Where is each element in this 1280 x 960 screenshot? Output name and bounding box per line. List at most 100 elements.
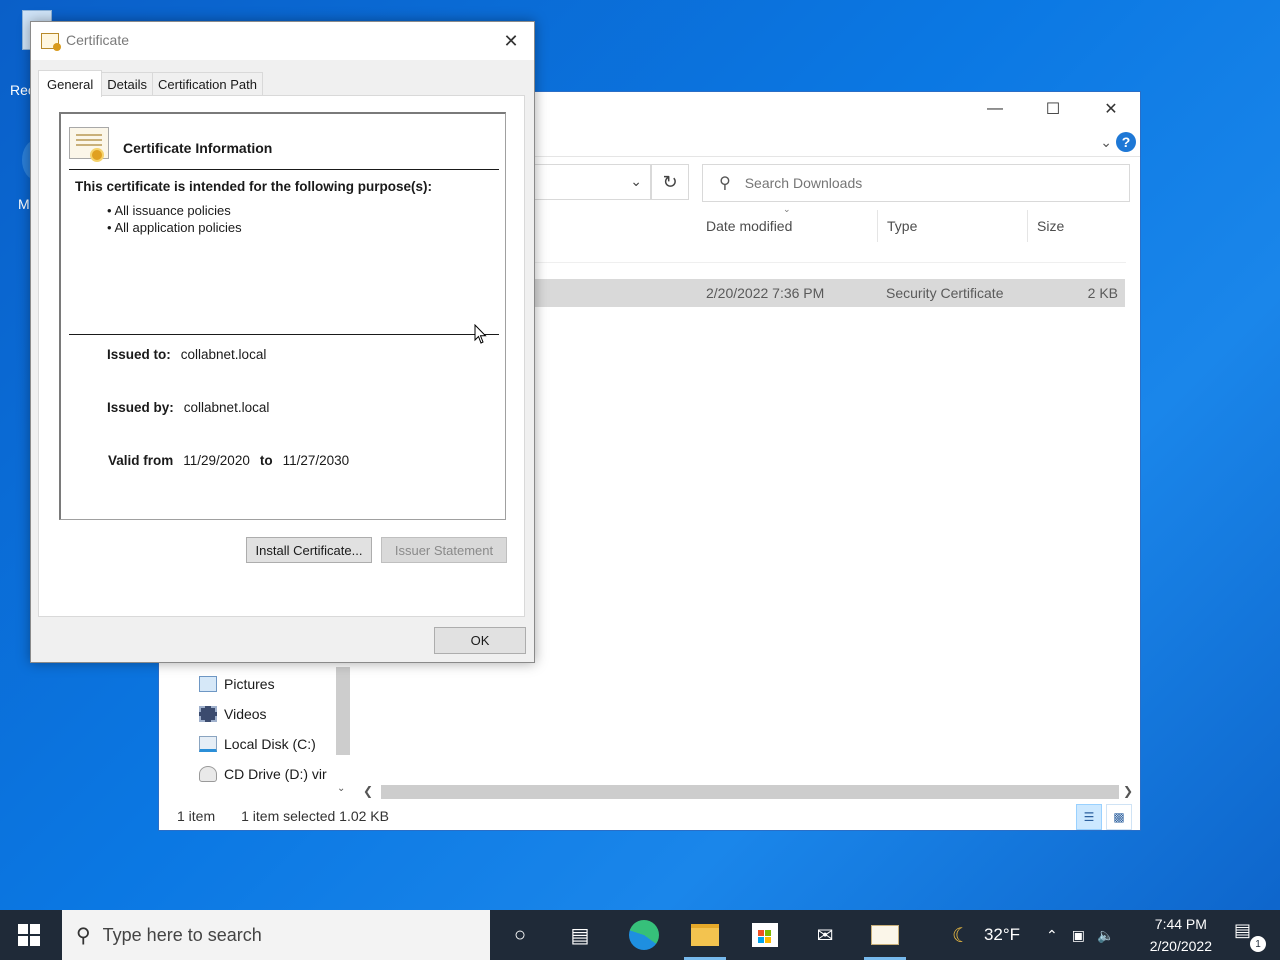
nav-item-label: Local Disk (C:) xyxy=(224,736,316,752)
issuer-statement-button[interactable]: Issuer Statement xyxy=(381,537,507,563)
status-item-count: 1 item xyxy=(177,808,216,824)
weather-widget[interactable]: ☾ 32°F xyxy=(952,910,1020,960)
nav-pane-scrollbar[interactable]: ⌄ xyxy=(334,667,352,797)
validity-row: Valid from 11/29/2020 to 11/27/2030 xyxy=(108,453,349,468)
issued-by-row: Issued by: collabnet.local xyxy=(107,400,269,415)
issued-to-label: Issued to: xyxy=(107,347,171,362)
cortana-button[interactable]: ○ xyxy=(491,910,549,960)
taskbar: ⚲ Type here to search ○ ▤ ✉ ☾ 32°F ⌃ ▣ 🔈… xyxy=(0,910,1280,960)
certificate-info-box: Certificate Information This certificate… xyxy=(59,112,506,520)
search-input[interactable] xyxy=(744,175,1105,191)
start-button[interactable] xyxy=(18,924,40,946)
close-icon: ✕ xyxy=(1104,101,1118,118)
file-type: Security Certificate xyxy=(886,285,1004,301)
folder-icon xyxy=(691,924,719,946)
column-header-size[interactable]: Size xyxy=(1027,210,1129,242)
nav-item-local-disk[interactable]: Local Disk (C:) xyxy=(199,732,316,756)
maximize-button[interactable]: ☐ xyxy=(1024,92,1082,126)
taskbar-search-box[interactable]: ⚲ Type here to search xyxy=(62,910,490,960)
clock-date: 2/20/2022 xyxy=(1149,938,1212,954)
nav-item-cd-drive[interactable]: CD Drive (D:) vir xyxy=(199,762,327,786)
scroll-down-icon[interactable]: ⌄ xyxy=(337,783,345,794)
close-button[interactable]: ✕ xyxy=(1082,92,1140,126)
large-icons-view-icon: ▩ xyxy=(1113,810,1125,824)
task-view-button[interactable]: ▤ xyxy=(551,910,609,960)
scrollbar-thumb[interactable] xyxy=(336,667,350,755)
nav-item-label: Pictures xyxy=(224,676,275,692)
purpose-item: All application policies xyxy=(107,219,241,236)
view-switcher: ☰ ▩ xyxy=(1076,804,1132,830)
column-header-date-modified[interactable]: ⌄ Date modified xyxy=(697,204,877,242)
taskbar-clock[interactable]: 7:44 PM 2/20/2022 xyxy=(1150,913,1212,957)
minimize-icon: — xyxy=(987,100,1003,117)
install-certificate-button[interactable]: Install Certificate... xyxy=(246,537,372,563)
ok-button[interactable]: OK xyxy=(434,627,526,654)
local-disk-icon xyxy=(199,736,217,752)
certificate-info-title: Certificate Information xyxy=(123,140,273,156)
search-icon: ⚲ xyxy=(76,924,91,947)
expand-ribbon-button[interactable]: ⌄ xyxy=(1100,134,1112,151)
scroll-left-icon[interactable]: ❮ xyxy=(363,784,373,798)
network-icon[interactable]: ▣ xyxy=(1072,927,1085,944)
nav-item-label: CD Drive (D:) vir xyxy=(224,766,327,782)
certificate-icon xyxy=(871,925,899,945)
refresh-button[interactable]: ↻ xyxy=(651,164,689,200)
tab-certification-path[interactable]: Certification Path xyxy=(153,72,263,96)
taskbar-certificate-button[interactable] xyxy=(856,910,914,960)
file-date-modified: 2/20/2022 7:36 PM xyxy=(706,285,825,301)
certificate-dialog: Certificate ✕ General Details Certificat… xyxy=(30,21,535,663)
address-history-button[interactable]: ⌄ xyxy=(630,173,642,190)
address-bar[interactable]: ⌄ xyxy=(535,164,651,200)
horizontal-scrollbar[interactable]: ❮ ❯ xyxy=(359,782,1135,802)
file-row[interactable]: 2/20/2022 7:36 PM Security Certificate 2… xyxy=(535,279,1125,307)
show-hidden-icons-button[interactable]: ⌃ xyxy=(1046,927,1058,944)
certificate-large-icon xyxy=(69,127,109,162)
status-bar: 1 item 1 item selected 1.02 KB xyxy=(177,808,389,824)
chevron-down-icon: ⌄ xyxy=(1100,134,1112,150)
valid-from-value: 11/29/2020 xyxy=(183,453,250,468)
issued-by-value: collabnet.local xyxy=(183,400,270,415)
header-divider xyxy=(535,262,1126,263)
taskbar-file-explorer-button[interactable] xyxy=(676,910,734,960)
dialog-title: Certificate xyxy=(66,32,130,48)
issued-to-row: Issued to: collabnet.local xyxy=(107,347,266,362)
issued-to-value: collabnet.local xyxy=(180,347,267,362)
nav-item-pictures[interactable]: Pictures xyxy=(199,672,275,696)
notification-center-button[interactable]: ▤ 1 xyxy=(1234,920,1266,952)
divider xyxy=(69,169,499,170)
nav-item-videos[interactable]: Videos xyxy=(199,702,267,726)
store-icon xyxy=(752,923,778,947)
purpose-list: All issuance policies All application po… xyxy=(107,202,241,236)
sort-arrow-icon: ⌄ xyxy=(783,204,791,214)
dialog-close-button[interactable]: ✕ xyxy=(498,28,524,54)
taskbar-edge-button[interactable] xyxy=(615,910,673,960)
column-header-type[interactable]: Type xyxy=(877,210,1027,242)
clock-time: 7:44 PM xyxy=(1154,916,1207,932)
file-size: 2 KB xyxy=(1087,285,1118,301)
dialog-title-bar: Certificate ✕ xyxy=(31,22,534,60)
taskbar-store-button[interactable] xyxy=(736,910,794,960)
tab-general[interactable]: General xyxy=(38,70,103,97)
details-view-button[interactable]: ☰ xyxy=(1076,804,1102,830)
purpose-heading: This certificate is intended for the fol… xyxy=(75,179,433,194)
window-caption-buttons: — ☐ ✕ xyxy=(966,92,1140,126)
scrollbar-thumb[interactable] xyxy=(381,785,1119,799)
edge-icon xyxy=(629,920,659,950)
large-icons-view-button[interactable]: ▩ xyxy=(1106,804,1132,830)
column-headers: ⌄ Date modified Type Size xyxy=(697,204,1129,242)
minimize-button[interactable]: — xyxy=(966,92,1024,126)
scroll-right-icon[interactable]: ❯ xyxy=(1123,784,1133,798)
mouse-cursor-icon xyxy=(474,323,488,348)
column-header-label: Date modified xyxy=(706,218,793,234)
volume-muted-icon[interactable]: 🔈 xyxy=(1097,927,1114,944)
nav-item-label: Videos xyxy=(224,706,267,722)
close-icon: ✕ xyxy=(503,30,519,51)
help-button[interactable]: ? xyxy=(1116,132,1136,152)
search-icon: ⚲ xyxy=(719,175,731,192)
taskbar-mail-button[interactable]: ✉ xyxy=(796,910,854,960)
tab-details[interactable]: Details xyxy=(102,72,153,96)
maximize-icon: ☐ xyxy=(1045,101,1061,118)
mail-icon: ✉ xyxy=(816,924,834,947)
details-view-icon: ☰ xyxy=(1083,810,1095,824)
search-box[interactable]: ⚲ xyxy=(702,164,1130,202)
